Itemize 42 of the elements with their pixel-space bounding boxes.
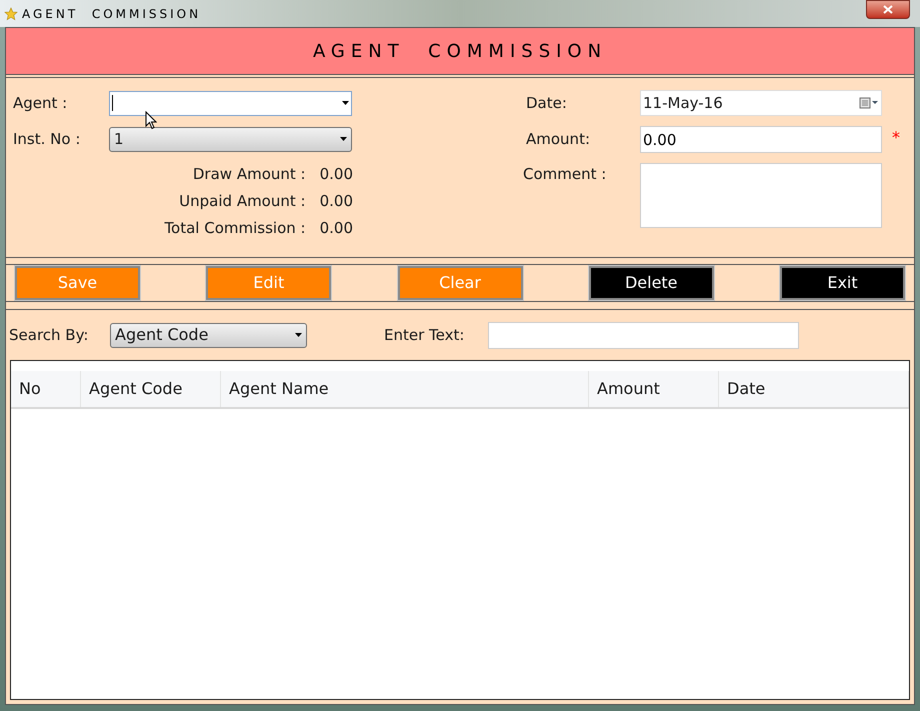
field-label: Date:: [525, 92, 568, 114]
date-picker[interactable]: 11-May-16: [640, 90, 882, 116]
column-header[interactable]: Amount: [589, 371, 719, 407]
column-header[interactable]: Date: [719, 371, 909, 407]
required-mark: *: [892, 127, 900, 149]
search-text-field[interactable]: [488, 322, 799, 348]
inst-no-dropdown[interactable]: 1: [109, 126, 352, 152]
dropdown-arrow-icon: [295, 333, 302, 337]
date-value: 11-May-16: [643, 92, 723, 114]
page-title: AGENT COMMISSION: [312, 40, 608, 64]
column-header[interactable]: Agent Code: [81, 371, 221, 407]
field-label: Enter Text:: [384, 324, 466, 346]
agent-dropdown[interactable]: [109, 90, 352, 116]
dropdown-value: Agent Code: [115, 324, 208, 346]
text-caret: [112, 95, 113, 111]
search-by-dropdown[interactable]: Agent Code: [110, 322, 307, 348]
summary-label: Unpaid Amount :: [179, 190, 306, 212]
mouse-pointer-icon: [145, 111, 157, 130]
amount-field[interactable]: 0.00: [640, 126, 882, 153]
summary-value: 0.00: [320, 164, 353, 185]
dropdown-value: 1: [114, 128, 124, 150]
dropdown-arrow-icon: [340, 137, 347, 141]
column-header[interactable]: No: [11, 371, 81, 407]
close-icon: [883, 5, 893, 14]
summary-value: 0.00: [320, 190, 353, 212]
summary-value: 0.00: [320, 218, 353, 239]
field-label: Agent :: [13, 92, 68, 114]
field-label: Search By:: [9, 324, 90, 346]
field-label: Amount:: [525, 129, 591, 150]
action-button[interactable]: Exit: [780, 266, 905, 300]
comment-field[interactable]: [640, 163, 882, 228]
field-label: Inst. No :: [13, 128, 82, 150]
column-header[interactable]: Agent Name: [221, 371, 589, 407]
summary-label: Total Commission :: [164, 218, 306, 239]
calendar-icon: [859, 97, 879, 109]
summary-label: Draw Amount :: [192, 164, 306, 185]
dropdown-arrow-icon: [342, 101, 349, 105]
star-icon: [4, 6, 18, 20]
window-title: AGENT COMMISSION: [22, 6, 202, 22]
action-button[interactable]: Delete: [588, 266, 714, 300]
field-label: Comment :: [522, 164, 608, 185]
close-button[interactable]: [866, 0, 910, 19]
